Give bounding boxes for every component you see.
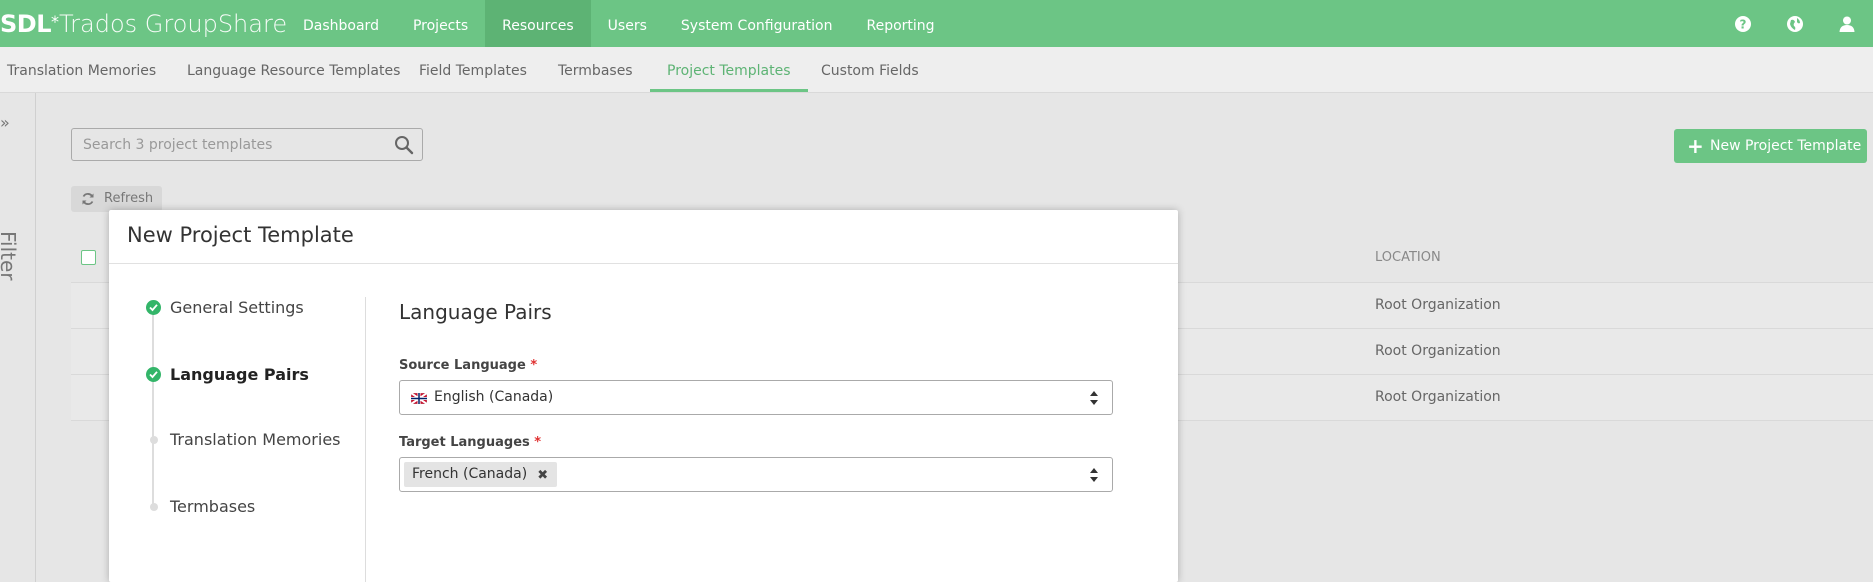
nav-users[interactable]: Users [591, 0, 664, 47]
remove-tag-icon[interactable]: ✖ [537, 463, 548, 488]
step-label: General Settings [170, 298, 304, 317]
target-languages-label: Target Languages * [399, 435, 541, 450]
flag-icon [411, 393, 427, 404]
refresh-icon [82, 193, 94, 205]
check-icon [146, 367, 161, 382]
dialog-header-divider [109, 263, 1178, 264]
source-language-label-text: Source Language [399, 358, 526, 373]
new-project-template-button[interactable]: + New Project Template [1674, 129, 1867, 163]
logo-star: * [51, 12, 59, 31]
search-input[interactable] [72, 129, 383, 160]
source-language-select[interactable]: English (Canada) [399, 380, 1113, 415]
section-title: Language Pairs [399, 300, 552, 324]
select-all-checkbox[interactable] [81, 250, 96, 265]
wizard-divider [365, 297, 366, 582]
required-mark: * [530, 358, 538, 373]
nav-projects[interactable]: Projects [396, 0, 485, 47]
resources-subnav: Translation Memories Language Resource T… [0, 47, 1873, 93]
source-language-label: Source Language * [399, 358, 537, 373]
subnav-field-templates[interactable]: Field Templates [419, 47, 527, 91]
dialog-title: New Project Template [127, 223, 354, 247]
step-label: Termbases [170, 497, 256, 516]
subnav-translation-memories[interactable]: Translation Memories [7, 47, 156, 91]
nav-system-configuration[interactable]: System Configuration [664, 0, 850, 47]
main-nav: Dashboard Projects Resources Users Syste… [286, 0, 952, 47]
target-languages-select[interactable]: French (Canada) ✖ [399, 457, 1113, 492]
search-box [71, 128, 423, 161]
subnav-termbases[interactable]: Termbases [558, 47, 633, 91]
subnav-custom-fields[interactable]: Custom Fields [821, 47, 919, 91]
app-logo[interactable]: SDL*Trados GroupShare [0, 10, 287, 38]
nav-reporting[interactable]: Reporting [850, 0, 952, 47]
svg-text:?: ? [1740, 17, 1747, 31]
step-label: Language Pairs [170, 365, 309, 384]
target-languages-label-text: Target Languages [399, 435, 530, 450]
new-project-template-label: New Project Template [1710, 138, 1862, 154]
step-label: Translation Memories [170, 430, 341, 449]
location-cell: Root Organization [1375, 389, 1501, 405]
logo-product: Trados GroupShare [59, 10, 288, 38]
nav-dashboard[interactable]: Dashboard [286, 0, 396, 47]
plus-icon: + [1687, 134, 1704, 158]
refresh-button[interactable]: Refresh [71, 186, 162, 212]
pending-step-icon [150, 436, 158, 444]
nav-resources[interactable]: Resources [485, 0, 591, 47]
new-project-template-dialog: New Project Template General Settings La… [109, 210, 1178, 582]
target-language-tag: French (Canada) ✖ [404, 462, 558, 488]
location-cell: Root Organization [1375, 343, 1501, 359]
user-icon[interactable] [1821, 0, 1873, 47]
subnav-project-templates[interactable]: Project Templates [650, 47, 808, 92]
filter-label: Filter [0, 231, 20, 281]
logo-brand: SDL [0, 10, 52, 38]
globe-icon[interactable] [1769, 0, 1821, 47]
refresh-label: Refresh [104, 191, 154, 206]
pending-step-icon [150, 503, 158, 511]
wizard-steps-line [152, 310, 154, 506]
sort-arrows-icon [1090, 391, 1098, 405]
search-icon[interactable] [394, 135, 414, 155]
top-bar: SDL*Trados GroupShare Dashboard Projects… [0, 0, 1873, 47]
source-language-value: English (Canada) [434, 389, 554, 405]
location-column-header[interactable]: LOCATION [1375, 250, 1441, 265]
help-icon[interactable]: ? [1717, 0, 1769, 47]
location-cell: Root Organization [1375, 297, 1501, 313]
check-icon [146, 300, 161, 315]
required-mark: * [534, 435, 542, 450]
top-icons: ? [1717, 0, 1873, 47]
target-language-tag-label: French (Canada) [412, 466, 528, 482]
filter-panel-collapsed[interactable]: » Filter [0, 93, 36, 582]
expand-filter-icon[interactable]: » [0, 113, 10, 132]
sort-arrows-icon [1090, 468, 1098, 482]
subnav-language-resource-templates[interactable]: Language Resource Templates [187, 47, 400, 91]
